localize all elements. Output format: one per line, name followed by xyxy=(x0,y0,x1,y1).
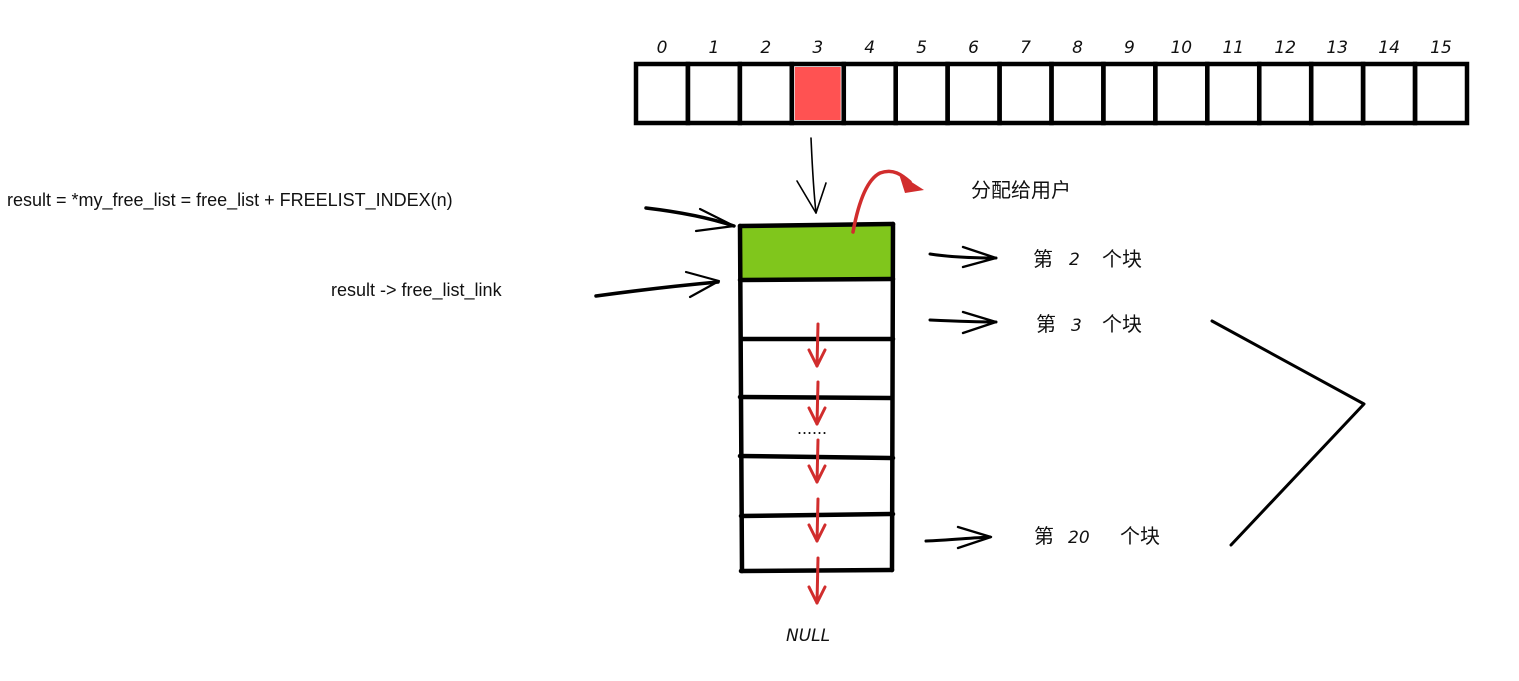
ellipsis-label: ...... xyxy=(797,418,827,438)
result-assign-arrow xyxy=(644,206,736,233)
array-slot-13 xyxy=(1308,61,1366,126)
array-slot-6 xyxy=(945,61,1002,126)
third-block-label: 第 3 个块 xyxy=(1036,312,1142,336)
free-list-array xyxy=(633,61,1470,126)
arrow-to-third-block-label xyxy=(928,310,998,335)
array-slot-12 xyxy=(1257,61,1314,126)
range-bracket xyxy=(1210,319,1366,547)
array-index-13: 13 xyxy=(1326,38,1348,58)
next-arrow-line-1 xyxy=(815,322,820,368)
arrow-to-second-block-label xyxy=(928,245,998,269)
array-index-11: 11 xyxy=(1222,38,1244,58)
array-index-8: 8 xyxy=(1072,38,1083,58)
second-block-number: 2 xyxy=(1069,250,1080,270)
array-slot-4 xyxy=(841,61,898,126)
array-index-9: 9 xyxy=(1124,38,1135,58)
result-assign-label: result = *my_free_list = free_list + FRE… xyxy=(7,190,453,211)
array-index-4: 4 xyxy=(864,38,875,58)
array-slot-8 xyxy=(1049,61,1106,126)
allocated-block xyxy=(740,226,893,279)
array-index-15: 15 xyxy=(1430,38,1452,58)
next-arrow-line-4 xyxy=(815,497,820,543)
arrow-to-twentieth-block-label xyxy=(924,525,993,550)
next-arrow-line-5 xyxy=(815,556,820,605)
array-slot-15 xyxy=(1412,61,1470,126)
array-index-7: 7 xyxy=(1020,38,1031,58)
highlighted-slot xyxy=(794,67,841,120)
array-index-6: 6 xyxy=(968,38,979,58)
array-index-12: 12 xyxy=(1274,38,1296,58)
result-link-arrow xyxy=(594,270,721,299)
array-slot-7 xyxy=(997,61,1054,126)
array-index-1: 1 xyxy=(708,38,719,58)
third-block-suffix: 个块 xyxy=(1102,312,1142,336)
twentieth-block-number: 20 xyxy=(1068,528,1090,548)
array-slot-9 xyxy=(1101,61,1158,126)
array-index-14: 14 xyxy=(1378,38,1400,58)
next-pointer-arrows xyxy=(807,322,827,605)
array-index-0: 0 xyxy=(657,38,668,58)
array-index-labels: 0 1 2 3 4 5 6 7 8 9 10 11 12 13 14 15 xyxy=(657,38,1452,58)
second-block-label: 第 2 个块 xyxy=(1033,247,1142,271)
array-slot-1 xyxy=(685,61,743,126)
slot-to-chain-arrow xyxy=(796,137,827,214)
second-block-prefix: 第 xyxy=(1033,247,1053,271)
array-index-10: 10 xyxy=(1170,38,1192,58)
array-slot-2 xyxy=(737,61,795,126)
array-slot-11 xyxy=(1205,61,1262,126)
twentieth-block-prefix: 第 xyxy=(1034,524,1054,548)
array-index-5: 5 xyxy=(916,38,927,58)
result-link-label: result -> free_list_link xyxy=(331,280,503,301)
third-block-prefix: 第 xyxy=(1036,312,1056,336)
free-list-diagram: 0 1 2 3 4 5 6 7 8 9 10 11 12 13 14 15 ...... NULL 分配给用户… xyxy=(7,38,1470,646)
array-slot-5 xyxy=(893,61,950,126)
array-slot-14 xyxy=(1360,61,1418,126)
array-index-3: 3 xyxy=(812,38,823,58)
twentieth-block-suffix: 个块 xyxy=(1120,524,1160,548)
twentieth-block-label: 第 20 个块 xyxy=(1034,524,1160,548)
null-label: NULL xyxy=(786,626,830,646)
second-block-suffix: 个块 xyxy=(1102,247,1142,271)
array-index-2: 2 xyxy=(760,38,771,58)
array-slot-10 xyxy=(1153,61,1210,126)
next-arrow-line-3 xyxy=(815,438,820,484)
array-slot-0 xyxy=(633,61,691,126)
allocate-to-user-label: 分配给用户 xyxy=(971,178,1071,202)
third-block-number: 3 xyxy=(1071,316,1082,336)
